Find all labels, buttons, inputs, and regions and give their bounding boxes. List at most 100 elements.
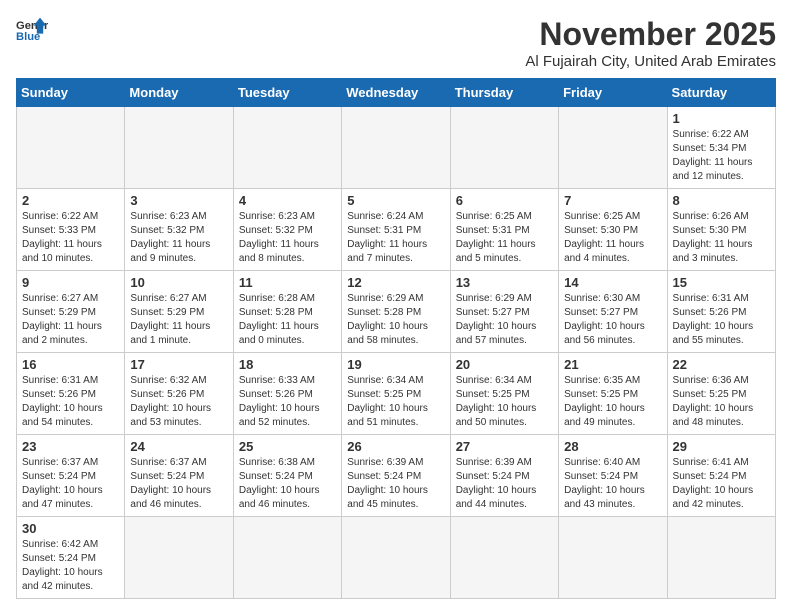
day-info: Sunrise: 6:38 AM Sunset: 5:24 PM Dayligh… <box>239 456 336 512</box>
day-info: Sunrise: 6:40 AM Sunset: 5:24 PM Dayligh… <box>564 456 661 512</box>
day-info: Sunrise: 6:32 AM Sunset: 5:26 PM Dayligh… <box>130 374 227 430</box>
header: General Blue November 2025 Al Fujairah C… <box>16 16 776 70</box>
logo-icon: General Blue <box>16 16 48 44</box>
day-info: Sunrise: 6:29 AM Sunset: 5:28 PM Dayligh… <box>347 292 444 348</box>
calendar-week-row: 9 Sunrise: 6:27 AM Sunset: 5:29 PM Daylig… <box>17 271 776 353</box>
calendar-day-cell <box>233 517 341 599</box>
calendar-day-cell: 22Sunrise: 6:36 AM Sunset: 5:25 PM Dayli… <box>667 353 775 435</box>
calendar-day-cell <box>667 517 775 599</box>
day-number: 29 <box>673 439 770 454</box>
day-info: Sunrise: 6:25 AM Sunset: 5:31 PM Dayligh… <box>456 210 553 266</box>
day-number: 20 <box>456 357 553 372</box>
calendar-day-cell: 7Sunrise: 6:25 AM Sunset: 5:30 PM Daylig… <box>559 189 667 271</box>
calendar-day-cell: 18Sunrise: 6:33 AM Sunset: 5:26 PM Dayli… <box>233 353 341 435</box>
day-number: 5 <box>347 193 444 208</box>
day-number: 17 <box>130 357 227 372</box>
day-info: Sunrise: 6:39 AM Sunset: 5:24 PM Dayligh… <box>347 456 444 512</box>
calendar-day-cell <box>450 107 558 189</box>
day-number: 9 <box>22 275 119 290</box>
calendar-day-cell: 28Sunrise: 6:40 AM Sunset: 5:24 PM Dayli… <box>559 435 667 517</box>
day-info: Sunrise: 6:28 AM Sunset: 5:28 PM Dayligh… <box>239 292 336 348</box>
day-number: 27 <box>456 439 553 454</box>
day-number: 24 <box>130 439 227 454</box>
calendar-day-cell: 15Sunrise: 6:31 AM Sunset: 5:26 PM Dayli… <box>667 271 775 353</box>
calendar-day-cell: 6 Sunrise: 6:25 AM Sunset: 5:31 PM Daylig… <box>450 189 558 271</box>
day-number: 8 <box>673 193 770 208</box>
calendar-day-cell <box>125 517 233 599</box>
calendar-day-cell: 3 Sunrise: 6:23 AM Sunset: 5:32 PM Daylig… <box>125 189 233 271</box>
calendar-day-cell: 24 Sunrise: 6:37 AM Sunset: 5:24 PM Dayli… <box>125 435 233 517</box>
day-info: Sunrise: 6:42 AM Sunset: 5:24 PM Dayligh… <box>22 538 119 594</box>
calendar-day-cell: 26 Sunrise: 6:39 AM Sunset: 5:24 PM Dayli… <box>342 435 450 517</box>
day-info: Sunrise: 6:23 AM Sunset: 5:32 PM Dayligh… <box>130 210 227 266</box>
day-number: 30 <box>22 521 119 536</box>
day-number: 1 <box>673 111 770 126</box>
calendar-day-cell: 5 Sunrise: 6:24 AM Sunset: 5:31 PM Daylig… <box>342 189 450 271</box>
calendar-day-cell <box>125 107 233 189</box>
svg-text:Blue: Blue <box>16 31 40 43</box>
location-title: Al Fujairah City, United Arab Emirates <box>525 53 776 70</box>
weekday-header-cell: Wednesday <box>342 79 450 107</box>
calendar-day-cell: 12Sunrise: 6:29 AM Sunset: 5:28 PM Dayli… <box>342 271 450 353</box>
calendar-day-cell: 11Sunrise: 6:28 AM Sunset: 5:28 PM Dayli… <box>233 271 341 353</box>
day-number: 7 <box>564 193 661 208</box>
day-number: 26 <box>347 439 444 454</box>
calendar-day-cell: 16 Sunrise: 6:31 AM Sunset: 5:26 PM Dayli… <box>17 353 125 435</box>
calendar-table: SundayMondayTuesdayWednesdayThursdayFrid… <box>16 78 776 599</box>
calendar-day-cell: 25 Sunrise: 6:38 AM Sunset: 5:24 PM Dayli… <box>233 435 341 517</box>
calendar-day-cell: 4Sunrise: 6:23 AM Sunset: 5:32 PM Daylig… <box>233 189 341 271</box>
day-number: 14 <box>564 275 661 290</box>
calendar-week-row: 16 Sunrise: 6:31 AM Sunset: 5:26 PM Dayli… <box>17 353 776 435</box>
calendar-day-cell: 14 Sunrise: 6:30 AM Sunset: 5:27 PM Dayli… <box>559 271 667 353</box>
day-number: 22 <box>673 357 770 372</box>
calendar-day-cell <box>559 107 667 189</box>
day-number: 10 <box>130 275 227 290</box>
calendar-day-cell: 10 Sunrise: 6:27 AM Sunset: 5:29 PM Dayli… <box>125 271 233 353</box>
day-info: Sunrise: 6:26 AM Sunset: 5:30 PM Dayligh… <box>673 210 770 266</box>
weekday-header: SundayMondayTuesdayWednesdayThursdayFrid… <box>17 79 776 107</box>
calendar-day-cell <box>342 107 450 189</box>
day-info: Sunrise: 6:24 AM Sunset: 5:31 PM Dayligh… <box>347 210 444 266</box>
weekday-header-cell: Monday <box>125 79 233 107</box>
calendar-day-cell: 23Sunrise: 6:37 AM Sunset: 5:24 PM Dayli… <box>17 435 125 517</box>
day-info: Sunrise: 6:30 AM Sunset: 5:27 PM Dayligh… <box>564 292 661 348</box>
calendar-day-cell: 1 Sunrise: 6:22 AM Sunset: 5:34 PM Daylig… <box>667 107 775 189</box>
calendar-day-cell: 19Sunrise: 6:34 AM Sunset: 5:25 PM Dayli… <box>342 353 450 435</box>
day-number: 6 <box>456 193 553 208</box>
day-number: 2 <box>22 193 119 208</box>
calendar-day-cell: 8 Sunrise: 6:26 AM Sunset: 5:30 PM Daylig… <box>667 189 775 271</box>
day-number: 15 <box>673 275 770 290</box>
day-info: Sunrise: 6:27 AM Sunset: 5:29 PM Dayligh… <box>130 292 227 348</box>
day-number: 23 <box>22 439 119 454</box>
calendar-body: 1 Sunrise: 6:22 AM Sunset: 5:34 PM Daylig… <box>17 107 776 599</box>
day-info: Sunrise: 6:22 AM Sunset: 5:33 PM Dayligh… <box>22 210 119 266</box>
day-info: Sunrise: 6:27 AM Sunset: 5:29 PM Dayligh… <box>22 292 119 348</box>
month-title: November 2025 <box>525 16 776 53</box>
calendar-day-cell: 30 Sunrise: 6:42 AM Sunset: 5:24 PM Dayli… <box>17 517 125 599</box>
calendar-day-cell: 20 Sunrise: 6:34 AM Sunset: 5:25 PM Dayli… <box>450 353 558 435</box>
day-number: 25 <box>239 439 336 454</box>
calendar-day-cell <box>559 517 667 599</box>
day-number: 16 <box>22 357 119 372</box>
weekday-header-cell: Thursday <box>450 79 558 107</box>
day-info: Sunrise: 6:37 AM Sunset: 5:24 PM Dayligh… <box>130 456 227 512</box>
day-info: Sunrise: 6:33 AM Sunset: 5:26 PM Dayligh… <box>239 374 336 430</box>
day-info: Sunrise: 6:35 AM Sunset: 5:25 PM Dayligh… <box>564 374 661 430</box>
day-number: 3 <box>130 193 227 208</box>
weekday-header-cell: Sunday <box>17 79 125 107</box>
calendar-week-row: 30 Sunrise: 6:42 AM Sunset: 5:24 PM Dayli… <box>17 517 776 599</box>
day-info: Sunrise: 6:29 AM Sunset: 5:27 PM Dayligh… <box>456 292 553 348</box>
day-info: Sunrise: 6:22 AM Sunset: 5:34 PM Dayligh… <box>673 128 770 184</box>
day-info: Sunrise: 6:23 AM Sunset: 5:32 PM Dayligh… <box>239 210 336 266</box>
weekday-header-cell: Tuesday <box>233 79 341 107</box>
title-area: November 2025 Al Fujairah City, United A… <box>525 16 776 70</box>
calendar-day-cell <box>233 107 341 189</box>
calendar-week-row: 23 Sunrise: 6:37 AM Sunset: 5:24 PM Dayli… <box>17 435 776 517</box>
calendar-day-cell: 21Sunrise: 6:35 AM Sunset: 5:25 PM Dayli… <box>559 353 667 435</box>
calendar-day-cell: 9 Sunrise: 6:27 AM Sunset: 5:29 PM Daylig… <box>17 271 125 353</box>
day-info: Sunrise: 6:34 AM Sunset: 5:25 PM Dayligh… <box>456 374 553 430</box>
calendar-day-cell: 29 Sunrise: 6:41 AM Sunset: 5:24 PM Dayli… <box>667 435 775 517</box>
day-info: Sunrise: 6:41 AM Sunset: 5:24 PM Dayligh… <box>673 456 770 512</box>
calendar-day-cell: 13Sunrise: 6:29 AM Sunset: 5:27 PM Dayli… <box>450 271 558 353</box>
day-info: Sunrise: 6:31 AM Sunset: 5:26 PM Dayligh… <box>22 374 119 430</box>
